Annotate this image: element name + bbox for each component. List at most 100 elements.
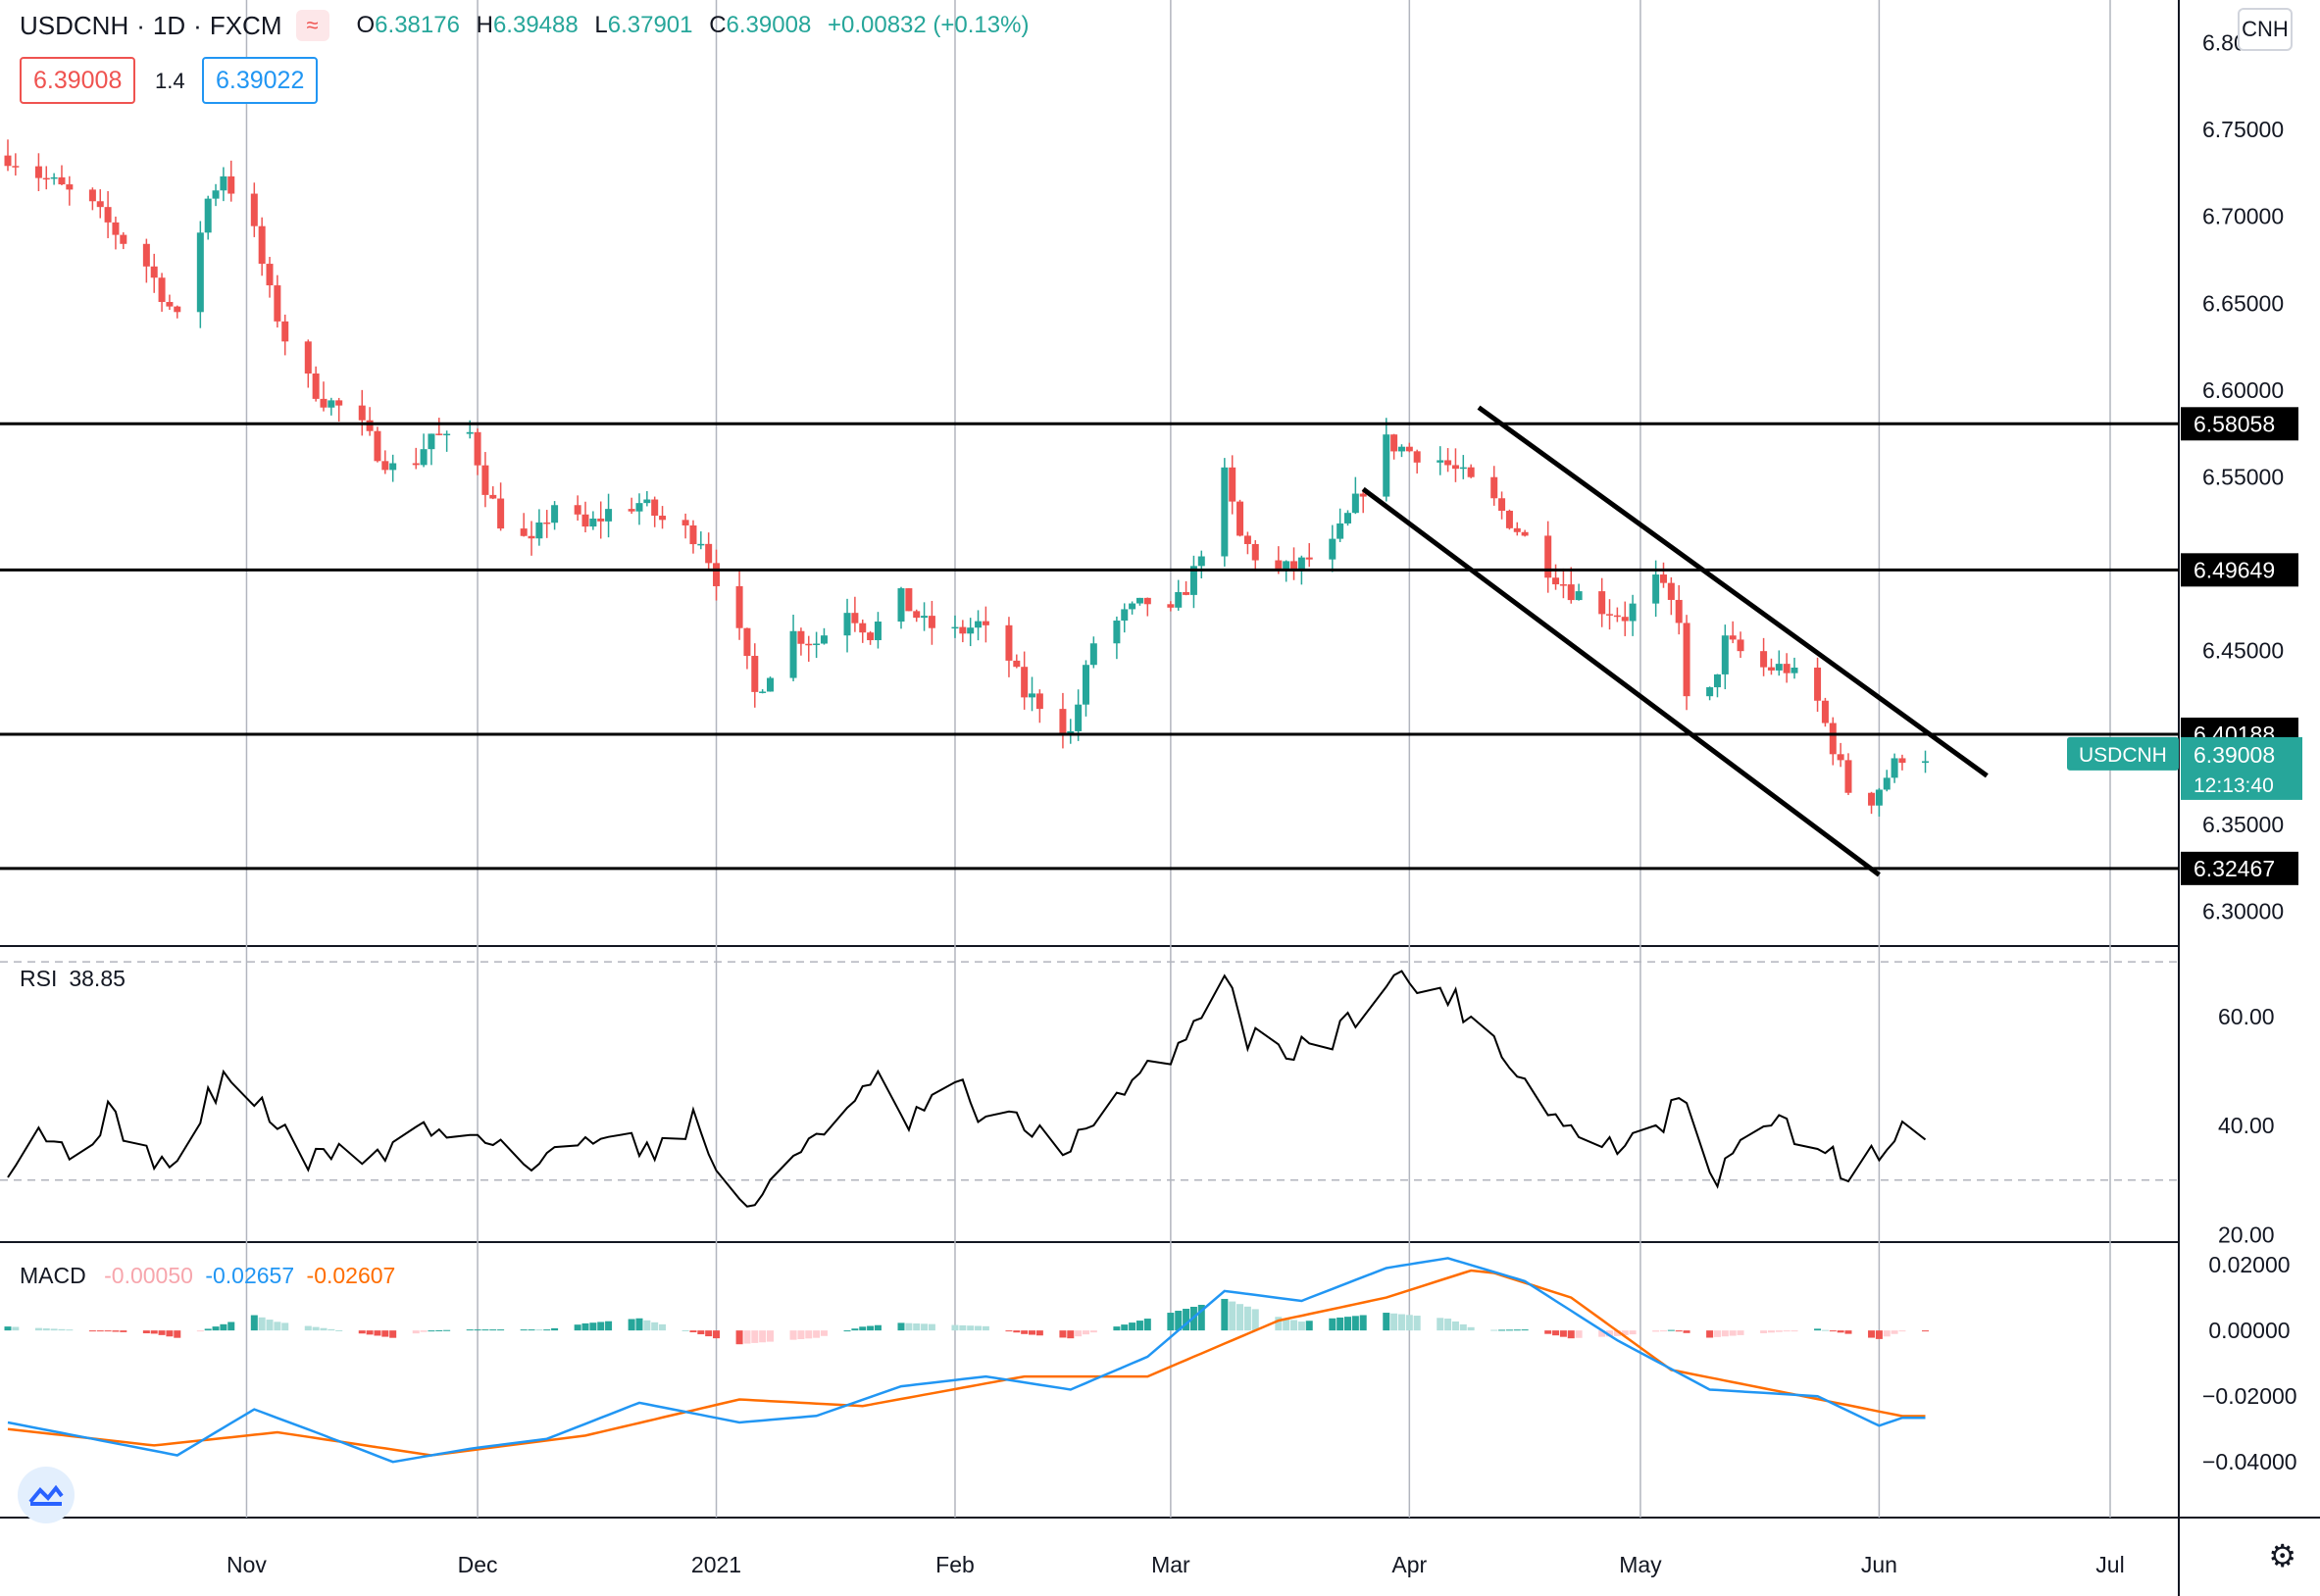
macd-histogram-bar — [813, 1330, 821, 1338]
macd-histogram-bar — [759, 1330, 767, 1343]
macd-histogram-bar — [120, 1330, 127, 1332]
macd-histogram-bar — [659, 1323, 667, 1331]
candle-body — [743, 627, 751, 657]
candle-body — [643, 499, 651, 504]
candle-body — [1868, 792, 1876, 806]
candle-body — [220, 175, 227, 191]
candle-body — [1236, 501, 1244, 536]
candle-body — [96, 201, 104, 208]
candle-body — [1652, 574, 1660, 604]
candle-body — [551, 505, 559, 524]
macd-histogram-bar — [628, 1319, 635, 1331]
candle-body — [1613, 615, 1621, 618]
candle-body — [528, 535, 535, 539]
macd-histogram-bar — [1467, 1326, 1475, 1331]
candle-body — [681, 520, 689, 525]
candle-body — [1505, 510, 1513, 528]
macd-histogram-bar — [520, 1329, 528, 1331]
symbol-title[interactable]: USDCNH · 1D · FXCM — [20, 11, 282, 41]
chart-canvas[interactable]: Nov Dec 2021 Feb Mar Apr May Jun Jul 6.30000 6.350… — [0, 0, 2320, 1596]
macd-histogram-bar — [820, 1330, 828, 1336]
macd-histogram-bar — [104, 1330, 112, 1332]
macd-histogram-bar — [274, 1322, 281, 1331]
candle-body — [1059, 709, 1067, 735]
candle-body — [1390, 434, 1398, 452]
macd-histogram-bar — [1559, 1330, 1567, 1337]
candle-body — [1251, 543, 1259, 561]
candle-body — [1121, 609, 1129, 622]
candle-body — [420, 449, 428, 466]
macd-histogram-bar — [797, 1330, 805, 1339]
sell-price-box[interactable]: 6.39008 — [20, 57, 136, 104]
macd-histogram-bar — [967, 1325, 975, 1331]
macd-histogram-bar — [681, 1329, 689, 1331]
candle-body — [659, 516, 667, 521]
tradingview-logo-icon[interactable] — [18, 1467, 75, 1523]
candle-body — [34, 166, 42, 178]
currency-button[interactable]: CNH — [2238, 8, 2293, 51]
macd-histogram-bar — [1459, 1323, 1467, 1331]
macd-histogram-bar — [528, 1329, 535, 1331]
macd-histogram-bar — [88, 1330, 96, 1332]
macd-histogram-bar — [158, 1330, 166, 1335]
x-tick-label: Jul — [2095, 1552, 2124, 1577]
candle-body — [1706, 687, 1714, 697]
rsi-tick-label: 20.00 — [2218, 1222, 2275, 1247]
macd-histogram-bar — [751, 1330, 759, 1343]
buy-price-box[interactable]: 6.39022 — [202, 57, 319, 104]
macd-histogram-bar — [928, 1323, 935, 1331]
macd-histogram-bar — [1821, 1329, 1829, 1331]
candle-body — [1243, 535, 1251, 544]
candle-body — [843, 613, 851, 636]
candle-body — [813, 643, 821, 646]
candle-body — [1575, 591, 1583, 601]
candle-body — [1721, 635, 1729, 674]
candle-body — [697, 543, 705, 546]
macd-histogram-bar — [1521, 1329, 1529, 1331]
candle-body — [1790, 667, 1798, 673]
candle-body — [1559, 584, 1567, 586]
macd-histogram-bar — [489, 1329, 497, 1331]
candle-body — [535, 522, 543, 539]
x-tick-label: Mar — [1151, 1552, 1190, 1577]
candle-body — [443, 433, 451, 436]
macd-histogram-bar — [766, 1330, 774, 1342]
macd-histogram-bar — [1444, 1319, 1452, 1331]
macd-histogram-bar — [1121, 1324, 1129, 1331]
macd-histogram-bar — [1868, 1330, 1876, 1338]
candle-body — [1437, 460, 1444, 463]
candle-body — [1021, 667, 1029, 698]
macd-histogram-bar — [867, 1325, 875, 1331]
candle-body — [967, 627, 975, 634]
candle-body — [975, 621, 983, 628]
macd-histogram-bar — [196, 1330, 204, 1332]
macd-histogram-bar — [4, 1326, 12, 1331]
candle-body — [1297, 557, 1305, 570]
gear-icon[interactable]: ⚙ — [2268, 1537, 2296, 1574]
macd-histogram-bar — [1783, 1330, 1790, 1332]
macd-histogram-bar — [597, 1322, 605, 1331]
macd-histogram-bar — [1544, 1330, 1552, 1334]
macd-histogram-bar — [281, 1322, 289, 1331]
macd-histogram-bar — [535, 1329, 543, 1331]
candle-body — [905, 588, 913, 612]
candle-body — [1275, 560, 1283, 571]
candle-body — [1413, 451, 1421, 463]
candle-body — [1290, 561, 1298, 570]
macd-histogram-bar — [1075, 1330, 1083, 1337]
candle-body — [88, 189, 96, 202]
wave-icon[interactable]: ≈ — [295, 10, 329, 41]
y-tick-label: 6.30000 — [2202, 899, 2284, 924]
macd-histogram-bar — [1922, 1330, 1930, 1332]
x-tick-label: May — [1619, 1552, 1662, 1577]
candle-body — [1221, 467, 1229, 557]
candle-body — [1683, 623, 1690, 697]
candle-body — [820, 635, 828, 644]
macd-histogram-bar — [112, 1330, 120, 1332]
candle-body — [1467, 467, 1475, 477]
candle-body — [1544, 535, 1552, 578]
candle-body — [913, 611, 921, 619]
macd-histogram-bar — [212, 1326, 220, 1331]
candle-body — [574, 505, 581, 515]
y-tick-label: 6.75000 — [2202, 117, 2284, 142]
